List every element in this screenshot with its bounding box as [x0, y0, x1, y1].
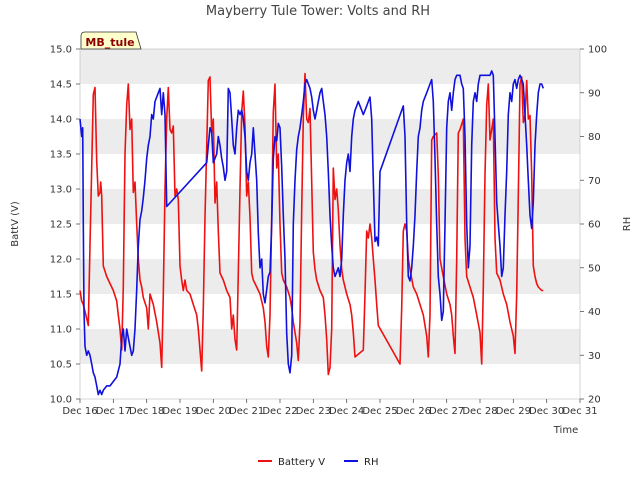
- x-tick-label: Dec 23: [296, 406, 331, 417]
- x-tick-label: Dec 17: [96, 406, 131, 417]
- y2-tick-label: 20: [588, 395, 601, 406]
- grid-band: [80, 154, 580, 189]
- y-tick-label: 13.0: [50, 185, 72, 196]
- x-tick-label: Dec 20: [196, 406, 231, 417]
- y-axis-label: BattV (V): [10, 201, 21, 247]
- y-tick-label: 10.5: [50, 360, 72, 371]
- x-axis-label: Time: [553, 425, 578, 436]
- y-tick-label: 12.5: [50, 220, 72, 231]
- x-tick-label: Dec 21: [229, 406, 264, 417]
- legend: Battery V RH: [258, 457, 378, 468]
- y-tick-label: 14.0: [50, 115, 72, 126]
- y2-tick-label: 100: [588, 45, 607, 56]
- x-tick-label: Dec 27: [429, 406, 464, 417]
- y-axis-right: 20 30 40 50 60 70 80 90 100: [580, 45, 607, 406]
- y2-tick-label: 30: [588, 351, 601, 362]
- y2-tick-label: 80: [588, 132, 601, 143]
- legend-label-rh: RH: [364, 457, 378, 468]
- x-axis: Dec 16Dec 17Dec 18Dec 19Dec 20Dec 21Dec …: [62, 399, 598, 417]
- x-tick-label: Dec 30: [529, 406, 564, 417]
- y-tick-label: 14.5: [50, 80, 72, 91]
- x-tick-label: Dec 28: [462, 406, 497, 417]
- chart-canvas: Dec 16Dec 17Dec 18Dec 19Dec 20Dec 21Dec …: [10, 4, 633, 468]
- y-tick-label: 15.0: [50, 45, 72, 56]
- y2-tick-label: 50: [588, 263, 601, 274]
- y-tick-label: 10.0: [50, 395, 72, 406]
- y2-tick-label: 60: [588, 220, 601, 231]
- x-tick-label: Dec 18: [129, 406, 164, 417]
- y2-axis-label: RH: [622, 217, 633, 231]
- grid-band: [80, 119, 580, 154]
- x-tick-label: Dec 24: [329, 406, 364, 417]
- x-tick-label: Dec 26: [396, 406, 431, 417]
- y2-tick-label: 40: [588, 307, 601, 318]
- y-tick-label: 12.0: [50, 255, 72, 266]
- x-tick-label: Dec 25: [362, 406, 397, 417]
- grid-band: [80, 49, 580, 84]
- y-tick-label: 13.5: [50, 150, 72, 161]
- station-badge-label: MB_tule: [85, 36, 134, 49]
- y2-tick-label: 70: [588, 176, 601, 187]
- y-tick-label: 11.0: [50, 325, 72, 336]
- x-tick-label: Dec 19: [162, 406, 197, 417]
- y-axis-left: 10.0 10.5 11.0 11.5 12.0 12.5 13.0 13.5 14.0 14.5…: [50, 45, 80, 406]
- x-tick-label: Dec 31: [562, 406, 597, 417]
- y2-tick-label: 90: [588, 88, 601, 99]
- station-badge: MB_tule: [80, 31, 142, 50]
- legend-label-battery: Battery V: [278, 457, 325, 468]
- x-tick-label: Dec 16: [62, 406, 97, 417]
- x-tick-label: Dec 29: [496, 406, 531, 417]
- grid-band: [80, 259, 580, 294]
- x-tick-label: Dec 22: [262, 406, 297, 417]
- chart-title: Mayberry Tule Tower: Volts and RH: [206, 4, 430, 19]
- y-tick-label: 11.5: [50, 290, 72, 301]
